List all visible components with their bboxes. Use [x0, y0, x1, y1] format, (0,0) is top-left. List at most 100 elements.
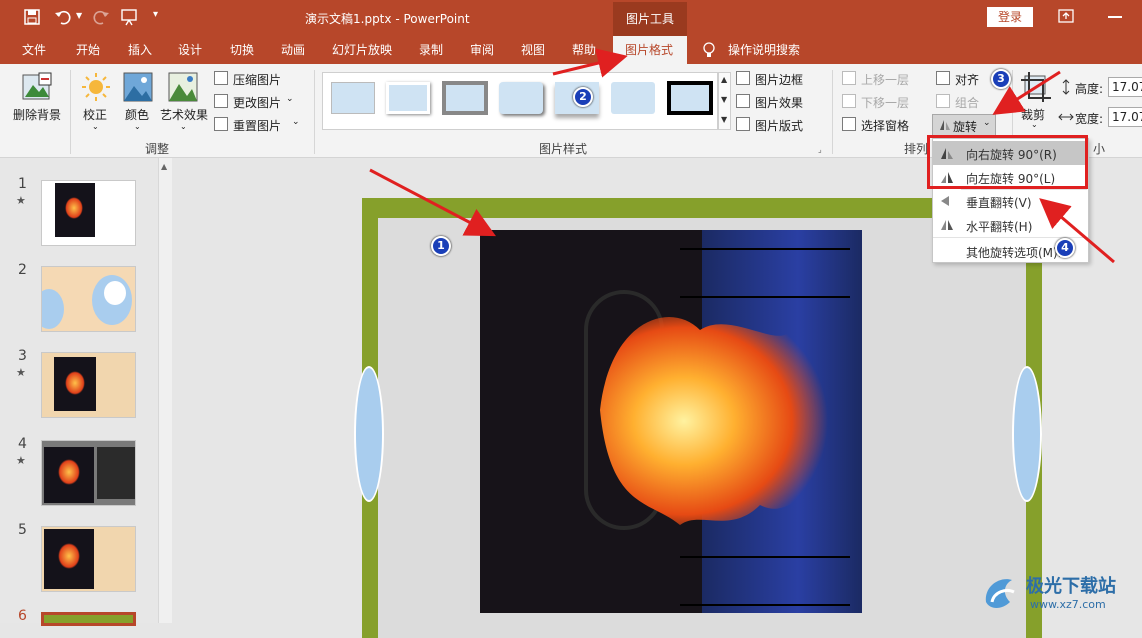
picture-layout-button[interactable]: 图片版式 — [736, 117, 826, 135]
thumbnails-scrollbar[interactable]: ▲ — [158, 158, 172, 623]
width-icon — [1058, 109, 1074, 125]
picture-styles-gallery[interactable] — [322, 72, 718, 130]
customize-qat-icon[interactable]: ▾ — [153, 9, 158, 20]
align-button[interactable]: 对齐 — [936, 71, 996, 89]
menu-item-flip-vertical[interactable]: 垂直翻转(V) — [933, 189, 1088, 213]
tab-review[interactable]: 审阅 — [470, 41, 494, 58]
login-button[interactable]: 登录 — [987, 7, 1033, 27]
artistic-effects-button[interactable]: 艺术效果 ⌄ — [158, 70, 210, 131]
chevron-down-icon: ⌄ — [286, 94, 294, 104]
window-title: 演示文稿1.pptx - PowerPoint — [305, 12, 470, 26]
reset-picture-button[interactable]: 重置图片 ⌄ — [214, 117, 310, 135]
flames — [600, 316, 840, 525]
width-value: 17.07 — [1112, 110, 1142, 124]
selection-pane-label: 选择窗格 — [861, 119, 910, 133]
picture-tools-label: 图片工具 — [626, 12, 675, 26]
crop-button[interactable]: 裁剪 ⌄ — [1018, 70, 1054, 132]
width-label: 宽度: — [1075, 112, 1104, 126]
watermark-logo-icon — [982, 572, 1018, 612]
tab-animations[interactable]: 动画 — [281, 41, 305, 58]
reset-picture-icon — [214, 117, 228, 131]
style-thumbnail[interactable] — [331, 82, 375, 114]
style-thumbnail[interactable] — [442, 81, 488, 115]
selection-pane-icon — [842, 117, 856, 131]
fire-image — [55, 183, 95, 237]
picture-effects-label: 图片效果 — [755, 96, 804, 110]
corrections-label: 校正 — [83, 108, 108, 122]
tell-me-search[interactable]: 操作说明搜索 — [728, 41, 800, 58]
fire-picture[interactable] — [480, 230, 862, 613]
gallery-more-icon[interactable]: ▼ — [721, 115, 727, 124]
selection-pane-button[interactable]: 选择窗格 — [842, 117, 932, 135]
width-input[interactable]: 17.07 — [1108, 107, 1142, 127]
slide-thumbnail-1[interactable] — [41, 180, 136, 246]
presentation-icon[interactable] — [120, 8, 138, 26]
menu-item-label: 其他旋转选项(M)... — [966, 246, 1070, 260]
save-icon[interactable] — [24, 9, 40, 25]
tab-record[interactable]: 录制 — [419, 41, 443, 58]
height-input[interactable]: 17.07 — [1108, 77, 1142, 97]
picture-effects-button[interactable]: 图片效果 — [736, 94, 826, 112]
menu-item-flip-horizontal[interactable]: 水平翻转(H) — [933, 213, 1088, 237]
picture-border-button[interactable]: 图片边框 — [736, 71, 826, 89]
divider — [70, 70, 71, 154]
remove-background-button[interactable]: 删除背景 — [10, 70, 66, 122]
crop-icon — [1021, 72, 1051, 102]
height-value: 17.07 — [1112, 80, 1142, 94]
align-icon — [936, 71, 950, 85]
tab-picture-format[interactable]: 图片格式 — [613, 36, 687, 64]
dialog-launcher-icon[interactable]: ⌟ — [818, 145, 822, 154]
group-label-size: 小 — [1093, 142, 1106, 156]
undo-dropdown-icon[interactable]: ▼ — [76, 11, 82, 20]
tab-design[interactable]: 设计 — [178, 41, 202, 58]
compress-pictures-button[interactable]: 压缩图片 — [214, 71, 310, 89]
tab-slideshow[interactable]: 幻灯片放映 — [332, 41, 392, 58]
tab-file[interactable]: 文件 — [22, 41, 46, 58]
watermark: 极光下载站 www.xz7.com — [982, 570, 1142, 620]
undo-icon[interactable] — [54, 8, 72, 26]
sun-icon — [81, 72, 111, 102]
tab-view[interactable]: 视图 — [521, 41, 545, 58]
tab-transitions[interactable]: 切换 — [230, 41, 254, 58]
artistic-effects-icon — [168, 72, 198, 102]
bring-forward-label: 上移一层 — [861, 73, 910, 87]
color-button[interactable]: 颜色 ⌄ — [118, 70, 158, 131]
change-picture-button[interactable]: 更改图片 ⌄ — [214, 94, 310, 112]
tab-insert[interactable]: 插入 — [128, 41, 152, 58]
divider — [832, 70, 833, 154]
fire-image — [54, 357, 96, 411]
height-icon — [1058, 79, 1074, 95]
slide-thumbnail-3[interactable] — [41, 352, 136, 418]
style-thumbnail[interactable] — [386, 82, 430, 114]
scroll-up-icon[interactable]: ▲ — [161, 162, 167, 171]
minimize-icon[interactable] — [1108, 16, 1122, 18]
railing — [680, 556, 850, 606]
step-badge-4: 4 — [1055, 238, 1075, 258]
tab-home[interactable]: 开始 — [76, 41, 100, 58]
redo-icon — [92, 8, 110, 26]
gallery-down-icon[interactable]: ▼ — [721, 95, 727, 104]
step-badge-1: 1 — [431, 236, 451, 256]
slide-thumbnail-4[interactable] — [41, 440, 136, 506]
send-backward-label: 下移一层 — [861, 96, 910, 110]
gallery-up-icon[interactable]: ▲ — [721, 75, 727, 84]
rotate-button[interactable]: 旋转 ⌄ — [932, 114, 996, 136]
slide-thumbnail-6[interactable] — [41, 612, 136, 626]
slide-thumbnail-2[interactable] — [41, 266, 136, 332]
style-thumbnail[interactable] — [667, 81, 713, 115]
gallery-scroll[interactable]: ▲ ▼ ▼ — [718, 72, 731, 130]
tab-picture-format-label: 图片格式 — [625, 43, 674, 57]
ribbon-display-icon[interactable] — [1058, 9, 1074, 23]
artistic-effects-label: 艺术效果 — [160, 108, 209, 122]
align-label: 对齐 — [955, 73, 980, 87]
ribbon-tabs: 文件 开始 插入 设计 切换 动画 幻灯片放映 录制 审阅 视图 帮助 图片格式… — [0, 36, 1142, 64]
corrections-button[interactable]: 校正 ⌄ — [76, 70, 116, 131]
style-thumbnail[interactable] — [499, 82, 543, 114]
style-thumbnail[interactable] — [611, 82, 655, 114]
rotate-icon — [937, 118, 951, 132]
remove-background-label: 删除背景 — [13, 108, 62, 122]
chevron-down-icon: ⌄ — [180, 122, 187, 131]
slide-thumbnail-5[interactable] — [41, 526, 136, 592]
animation-star-icon: ★ — [16, 194, 26, 207]
tab-help[interactable]: 帮助 — [572, 41, 596, 58]
